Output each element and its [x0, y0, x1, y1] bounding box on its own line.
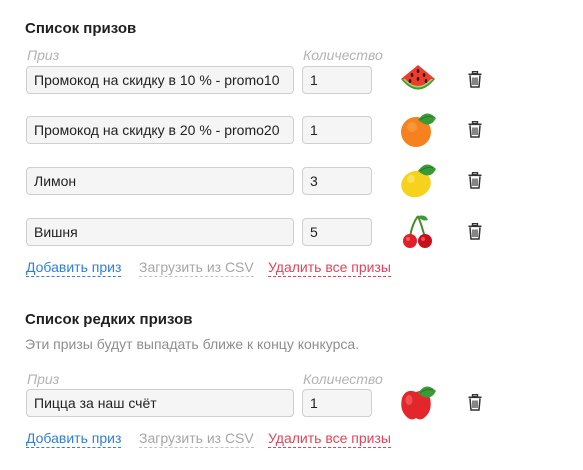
rare-prizes-actions: Добавить приз Загрузить из CSV Удалить в…: [0, 429, 583, 449]
prize-quantity-input[interactable]: 1: [302, 116, 372, 144]
delete-all-rare-prizes-link[interactable]: Удалить все призы: [268, 429, 391, 448]
apple-icon: [401, 386, 436, 420]
prize-column-label: Приз: [27, 47, 60, 63]
prize-row: Промокод на скидку в 10 % - promo10 1: [0, 65, 583, 94]
prize-name-input[interactable]: Вишня: [26, 218, 294, 246]
rare-prize-row: Пицца за наш счёт 1: [0, 386, 583, 420]
watermelon-icon: [401, 65, 435, 90]
prize-name-input[interactable]: Пицца за наш счёт: [26, 389, 294, 417]
add-rare-prize-link[interactable]: Добавить приз: [26, 429, 122, 448]
prizes-title: Список призов: [25, 20, 137, 37]
add-prize-link[interactable]: Добавить приз: [26, 258, 122, 277]
trash-icon[interactable]: [468, 394, 482, 411]
cherry-icon: [403, 215, 432, 248]
trash-icon[interactable]: [468, 121, 482, 138]
prize-row: Вишня 5: [0, 215, 583, 248]
prizes-actions: Добавить приз Загрузить из CSV Удалить в…: [0, 258, 583, 278]
prize-name-input[interactable]: Лимон: [26, 167, 294, 195]
prize-name-input[interactable]: Промокод на скидку в 20 % - promo20: [26, 116, 294, 144]
prize-column-label: Приз: [27, 371, 60, 387]
rare-prizes-title: Список редких призов: [25, 311, 193, 328]
trash-icon[interactable]: [468, 71, 482, 88]
delete-all-prizes-link[interactable]: Удалить все призы: [268, 258, 391, 277]
prize-quantity-input[interactable]: 1: [302, 389, 372, 417]
prize-name-input[interactable]: Промокод на скидку в 10 % - promo10: [26, 66, 294, 94]
quantity-column-label: Количество: [303, 47, 383, 63]
trash-icon[interactable]: [468, 223, 482, 240]
rare-prizes-description: Эти призы будут выпадать ближе к концу к…: [25, 336, 360, 352]
prize-quantity-input[interactable]: 1: [302, 66, 372, 94]
prize-row: Промокод на скидку в 20 % - promo20 1: [0, 113, 583, 147]
orange-icon: [401, 113, 436, 147]
trash-icon[interactable]: [468, 172, 482, 189]
quantity-column-label: Количество: [303, 371, 383, 387]
lemon-icon: [401, 164, 436, 198]
upload-csv-link[interactable]: Загрузить из CSV: [139, 258, 254, 277]
upload-csv-link[interactable]: Загрузить из CSV: [139, 429, 254, 448]
prize-quantity-input[interactable]: 5: [302, 218, 372, 246]
prize-row: Лимон 3: [0, 164, 583, 198]
prize-quantity-input[interactable]: 3: [302, 167, 372, 195]
